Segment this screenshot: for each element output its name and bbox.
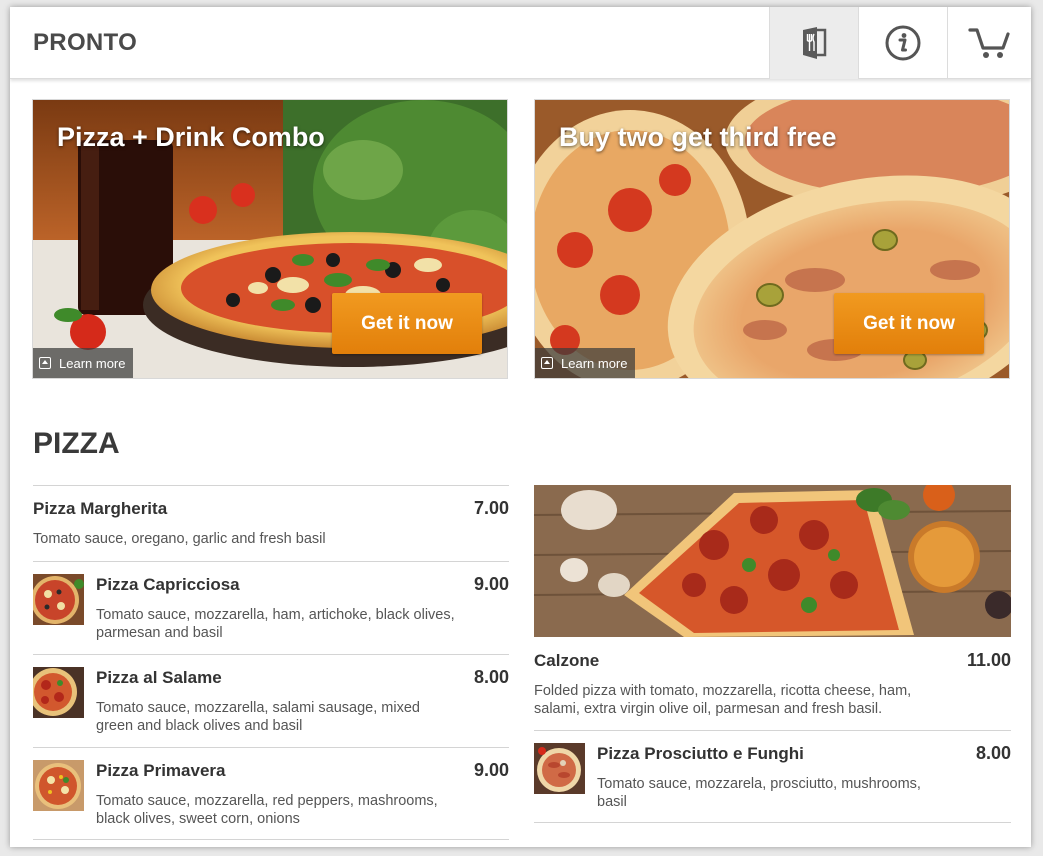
item-description: Tomato sauce, oregano, garlic and fresh … <box>33 531 326 547</box>
item-thumbnail <box>534 743 585 794</box>
item-price: 7.00 <box>473 498 509 518</box>
section-title: PIZZA <box>33 427 120 460</box>
get-it-now-button[interactable]: Get it now <box>834 293 984 354</box>
menu-item-calzone[interactable]: Calzone 11.00 Folded pizza with tomato, … <box>534 637 1011 730</box>
item-name: Pizza Capricciosa <box>96 575 240 594</box>
item-price: 9.00 <box>473 574 509 594</box>
item-name: Pizza Primavera <box>96 761 226 780</box>
item-description: Tomato sauce, mozzarella, ham, artichoke… <box>96 607 455 641</box>
item-price: 8.00 <box>473 667 509 687</box>
brand-title: PRONTO <box>33 29 138 56</box>
menu-item-margherita[interactable]: Pizza Margherita 7.00 Tomato sauce, oreg… <box>33 485 509 561</box>
learn-more-label: Learn more <box>561 355 628 371</box>
item-description: Folded pizza with tomato, mozzarella, ri… <box>534 683 912 717</box>
promo-banner-combo[interactable]: Pizza + Drink Combo Get it now Learn mor… <box>32 99 508 379</box>
item-name: Pizza al Salame <box>96 668 222 687</box>
item-name: Pizza Prosciutto e Funghi <box>597 744 804 763</box>
promo-banner-buy-two[interactable]: Buy two get third free Get it now Learn … <box>534 99 1010 379</box>
app-window: PRONTO Pizza + Drink Combo Get it now Le… <box>10 7 1031 847</box>
learn-more-label: Learn more <box>59 355 126 371</box>
item-thumbnail <box>33 760 84 811</box>
learn-more-link[interactable]: Learn more <box>33 348 134 378</box>
learn-more-link[interactable]: Learn more <box>535 348 636 378</box>
divider <box>33 839 509 840</box>
menu-book-icon <box>803 27 827 59</box>
item-price: 9.00 <box>473 760 509 780</box>
item-description: Tomato sauce, mozzarella, salami sausage… <box>96 700 420 734</box>
menu-item-capricciosa[interactable]: Pizza Capricciosa 9.00 Tomato sauce, moz… <box>33 561 509 654</box>
calzone-image <box>534 485 1011 637</box>
promo-title: Pizza + Drink Combo <box>57 122 325 152</box>
item-thumbnail <box>33 574 84 625</box>
promo-title: Buy two get third free <box>559 122 837 152</box>
info-nav-button[interactable] <box>858 7 947 79</box>
menu-item-salame[interactable]: Pizza al Salame 8.00 Tomato sauce, mozza… <box>33 654 509 747</box>
item-name: Calzone <box>534 651 600 670</box>
expand-icon <box>541 357 553 369</box>
expand-icon <box>39 357 51 369</box>
cart-nav-button[interactable] <box>947 7 1031 79</box>
get-it-now-button[interactable]: Get it now <box>332 293 482 354</box>
item-thumbnail <box>33 667 84 718</box>
item-price: 11.00 <box>966 650 1011 670</box>
info-icon <box>885 25 921 61</box>
menu-item-prosciutto-funghi[interactable]: Pizza Prosciutto e Funghi 8.00 Tomato sa… <box>534 730 1011 823</box>
item-name: Pizza Margherita <box>33 499 168 518</box>
item-description: Tomato sauce, mozzarela, prosciutto, mus… <box>597 776 921 810</box>
menu-nav-button[interactable] <box>769 7 858 79</box>
menu-item-primavera[interactable]: Pizza Primavera 9.00 Tomato sauce, mozza… <box>33 747 509 840</box>
top-bar: PRONTO <box>10 7 1031 79</box>
cart-icon <box>967 28 1010 58</box>
item-price: 8.00 <box>975 743 1011 763</box>
divider <box>534 822 1011 823</box>
item-description: Tomato sauce, mozzarella, red peppers, m… <box>96 793 438 827</box>
